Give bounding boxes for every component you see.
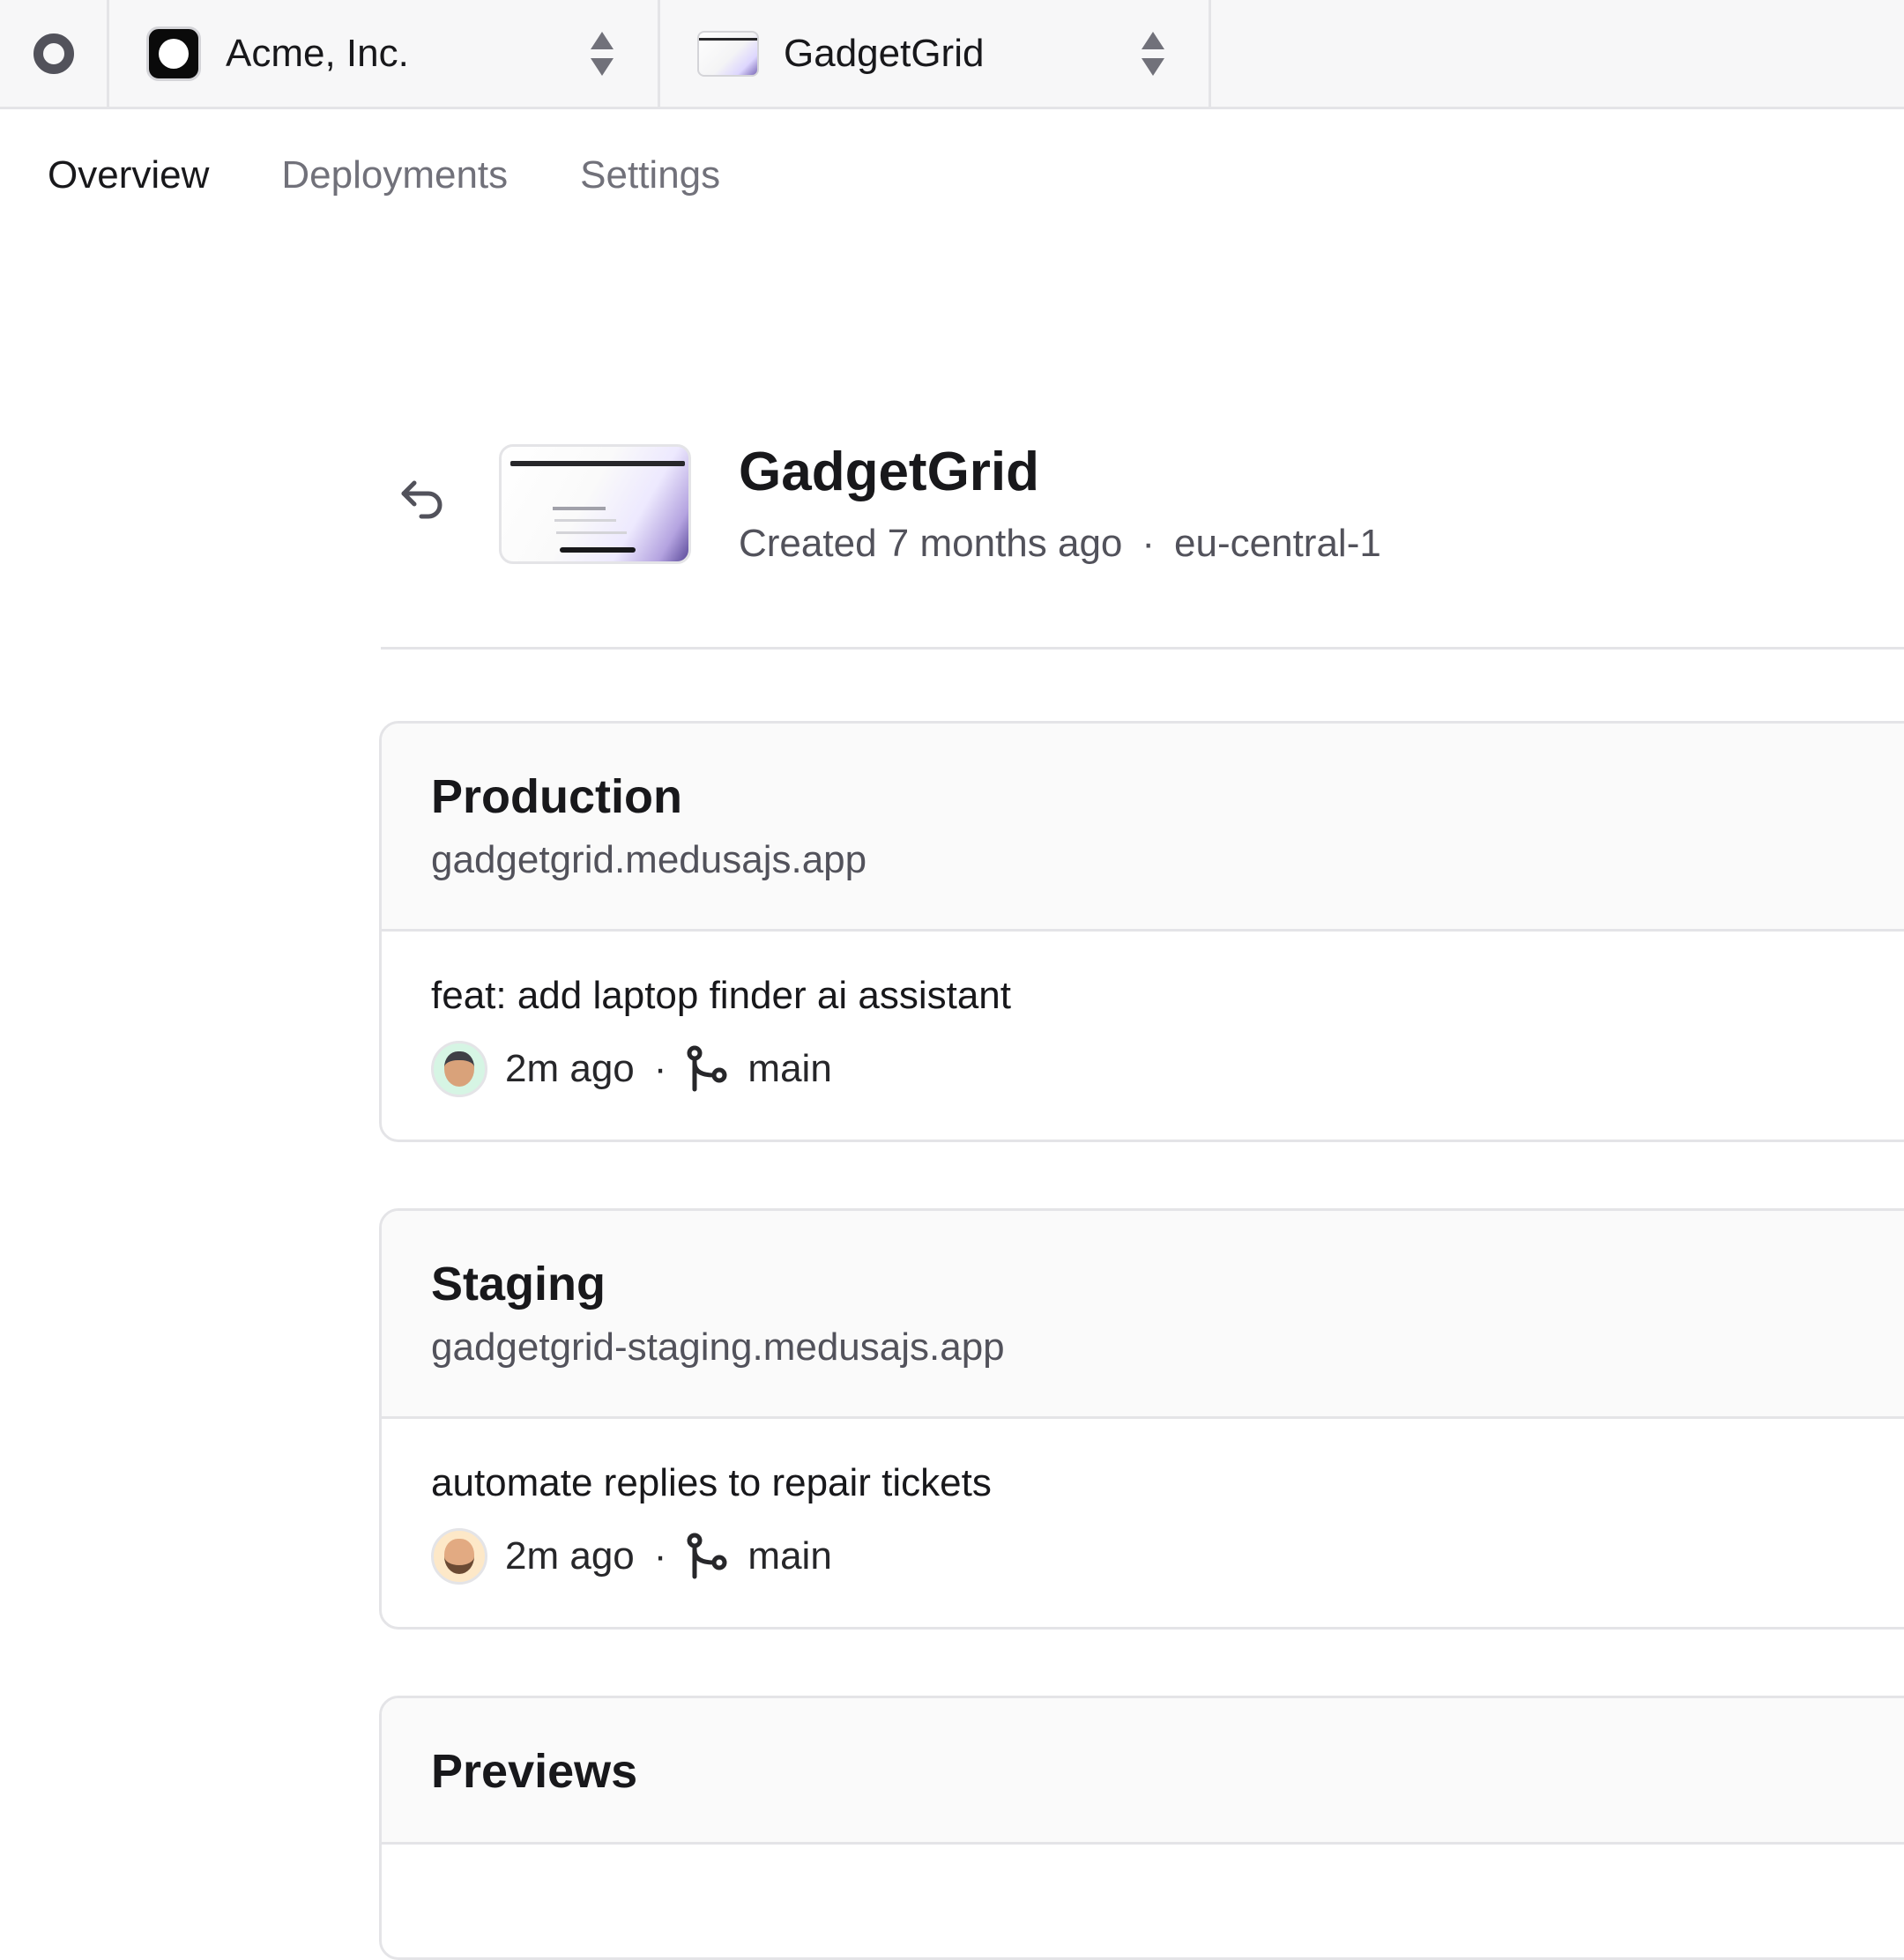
chevron-up-down-icon — [1142, 31, 1164, 76]
meta-separator: · — [653, 1047, 667, 1090]
environment-url[interactable]: gadgetgrid-staging.medusajs.app — [431, 1325, 1005, 1370]
environment-title: Staging — [431, 1258, 606, 1310]
project-thumbnail — [499, 444, 691, 564]
ring-logo-icon — [33, 33, 74, 74]
environment-card-body: automate replies to repair tickets 2m ag… — [382, 1419, 1904, 1627]
environment-card-staging[interactable]: Staging gadgetgrid-staging.medusajs.app … — [379, 1208, 1904, 1630]
header-divider — [381, 647, 1904, 650]
commit-time: 2m ago — [505, 1534, 635, 1578]
environment-title: Previews — [431, 1745, 638, 1798]
project-switcher[interactable]: GadgetGrid — [660, 0, 1211, 107]
chevron-up-down-icon — [591, 31, 614, 76]
branch-name: main — [747, 1047, 832, 1090]
project-tabs: Overview Deployments Settings — [0, 109, 1904, 241]
meta-separator: · — [653, 1534, 667, 1578]
undo-arrow-icon[interactable] — [398, 476, 446, 523]
environment-url[interactable]: gadgetgrid.medusajs.app — [431, 838, 866, 882]
commit-time: 2m ago — [505, 1047, 635, 1090]
tab-overview[interactable]: Overview — [48, 153, 209, 197]
git-branch-icon — [687, 1045, 727, 1092]
top-bar: Acme, Inc. GadgetGrid — [0, 0, 1904, 109]
avatar — [431, 1041, 487, 1097]
git-branch-icon — [687, 1533, 727, 1579]
project-thumbnail-icon — [697, 30, 759, 77]
tab-deployments[interactable]: Deployments — [281, 153, 508, 197]
org-switcher[interactable]: Acme, Inc. — [109, 0, 660, 107]
environment-card-header: Staging gadgetgrid-staging.medusajs.app — [382, 1211, 1904, 1419]
org-avatar-icon — [146, 26, 201, 81]
commit-meta: 2m ago · main — [431, 1041, 832, 1097]
meta-separator: · — [1142, 522, 1156, 565]
project-meta: Created 7 months ago · eu-central-1 — [739, 522, 1381, 566]
environment-card-previews[interactable]: Previews — [379, 1696, 1904, 1960]
commit-message: automate replies to repair tickets — [431, 1461, 992, 1504]
project-switcher-name: GadgetGrid — [784, 31, 985, 75]
app-logo[interactable] — [0, 0, 109, 107]
environment-card-body: feat: add laptop finder ai assistant 2m … — [382, 932, 1904, 1140]
page-title: GadgetGrid — [739, 442, 1040, 502]
commit-meta: 2m ago · main — [431, 1528, 832, 1585]
environment-card-header: Production gadgetgrid.medusajs.app — [382, 724, 1904, 932]
branch-name: main — [747, 1534, 832, 1578]
environment-card-header: Previews — [382, 1698, 1904, 1845]
commit-message: feat: add laptop finder ai assistant — [431, 974, 1011, 1017]
tab-settings[interactable]: Settings — [580, 153, 720, 197]
project-created: Created 7 months ago — [739, 522, 1123, 565]
environment-card-production[interactable]: Production gadgetgrid.medusajs.app feat:… — [379, 721, 1904, 1142]
environment-title: Production — [431, 770, 682, 823]
project-region: eu-central-1 — [1174, 522, 1381, 565]
avatar — [431, 1528, 487, 1585]
org-name: Acme, Inc. — [226, 31, 409, 75]
environment-card-body — [382, 1845, 1904, 1957]
